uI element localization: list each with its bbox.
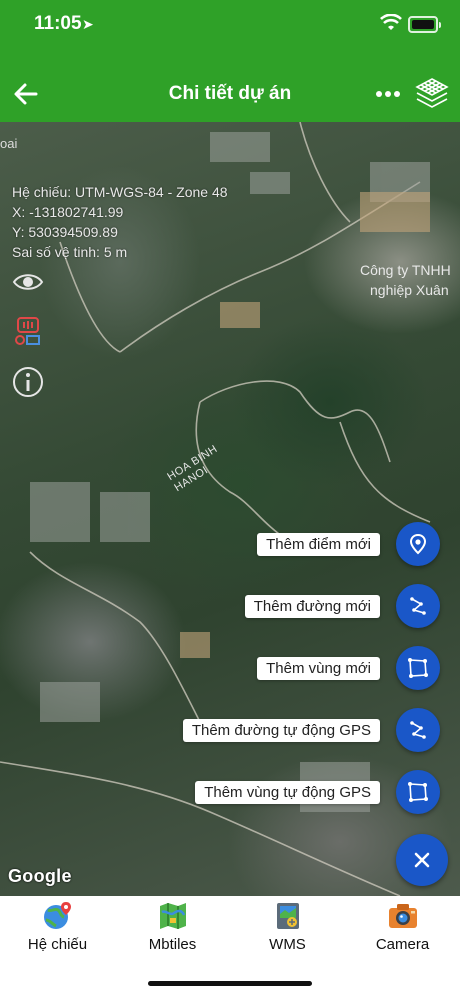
polygon-icon <box>408 658 428 678</box>
more-options-icon[interactable] <box>374 82 402 104</box>
add-area-gps-label[interactable]: Thêm vùng tự động GPS <box>195 780 380 804</box>
nav-projection[interactable]: Hệ chiếu <box>0 900 115 953</box>
add-line-gps-label[interactable]: Thêm đường tự động GPS <box>182 718 380 742</box>
battery-icon <box>408 16 441 33</box>
folded-map-icon <box>159 903 186 929</box>
fab-add-area-row: Thêm vùng mới <box>257 646 440 690</box>
add-area-button[interactable] <box>396 646 440 690</box>
close-icon <box>414 852 430 868</box>
nav-wms-label: WMS <box>269 936 306 953</box>
satellite-map[interactable]: HOA BINH HANOI Công ty TNHH nghiệp Xuân … <box>0 122 460 896</box>
poi-label-line2: nghiệp Xuân <box>370 282 449 298</box>
fab-add-line-gps-row: Thêm đường tự động GPS <box>182 708 440 752</box>
gps-accuracy: Sai số vệ tinh: 5 m <box>12 244 128 260</box>
nav-camera-label: Camera <box>375 936 430 953</box>
info-icon[interactable] <box>12 366 44 398</box>
nav-wms[interactable]: WMS <box>230 900 345 953</box>
map-legend-icon[interactable] <box>12 316 44 348</box>
fab-add-point-row: Thêm điểm mới <box>257 522 440 566</box>
header: Chi tiết dự án <box>0 70 460 120</box>
coordinate-info: Hệ chiếu: UTM-WGS-84 - Zone 48 X: -13180… <box>12 182 228 262</box>
polyline-gps-icon <box>410 721 426 739</box>
projection-text: Hệ chiếu: UTM-WGS-84 - Zone 48 <box>12 184 228 200</box>
add-point-label[interactable]: Thêm điểm mới <box>257 532 380 556</box>
map-label-fragment: oai <box>0 136 18 151</box>
fab-add-area-gps-row: Thêm vùng tự động GPS <box>195 770 440 814</box>
globe-pin-icon <box>43 902 71 929</box>
close-fab-button[interactable] <box>396 834 448 886</box>
status-time: 11:05 <box>34 13 82 34</box>
layers-icon[interactable] <box>414 76 450 112</box>
x-coordinate: X: -131802741.99 <box>12 204 124 220</box>
location-arrow-icon: ➤ <box>82 16 94 32</box>
nav-mbtiles[interactable]: Mbtiles <box>115 900 230 953</box>
polygon-gps-icon <box>408 782 428 802</box>
add-line-button[interactable] <box>396 584 440 628</box>
eye-icon[interactable] <box>12 266 44 298</box>
camera-icon <box>388 904 417 928</box>
google-attribution: Google <box>8 866 72 886</box>
polyline-icon <box>410 597 426 615</box>
nav-camera[interactable]: Camera <box>345 900 460 953</box>
add-line-gps-button[interactable] <box>396 708 440 752</box>
fab-add-line-row: Thêm đường mới <box>244 584 440 628</box>
wifi-icon <box>380 14 402 30</box>
home-indicator <box>148 981 312 986</box>
nav-projection-label: Hệ chiếu <box>27 936 88 953</box>
status-bar: 11:05 ➤ <box>0 0 460 50</box>
map-pin-icon <box>409 533 427 555</box>
wms-layers-icon <box>276 903 299 929</box>
poi-label-line1: Công ty TNHH <box>360 262 451 278</box>
add-line-label[interactable]: Thêm đường mới <box>244 594 380 618</box>
nav-mbtiles-label: Mbtiles <box>148 936 197 953</box>
top-bar: 11:05 ➤ Chi tiết dự án <box>0 0 460 122</box>
add-point-button[interactable] <box>396 522 440 566</box>
add-area-gps-button[interactable] <box>396 770 440 814</box>
map-poi-label: Công ty TNHH nghiệp Xuân <box>360 260 451 300</box>
y-coordinate: Y: 530394509.89 <box>12 224 118 240</box>
add-area-label[interactable]: Thêm vùng mới <box>257 656 380 680</box>
